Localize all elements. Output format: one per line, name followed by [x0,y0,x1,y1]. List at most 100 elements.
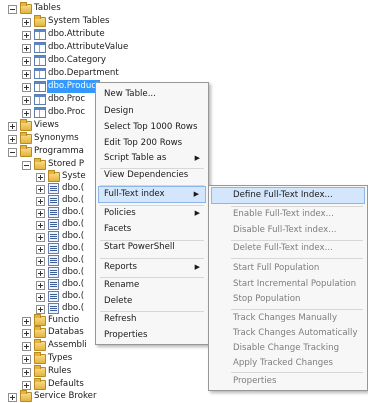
menu-item-label: Design [104,106,134,116]
menu-item-label: Refresh [104,314,137,324]
expand-icon[interactable] [36,184,45,194]
folder-icon [34,314,46,326]
expand-icon[interactable] [22,95,31,105]
expand-icon[interactable] [36,232,45,242]
folder-icon [20,145,32,157]
expand-icon[interactable] [36,292,45,302]
expand-icon[interactable] [22,30,31,40]
expand-icon[interactable] [36,304,45,314]
folder-icon [34,158,46,170]
expand-icon[interactable] [22,328,31,338]
submenu-item-apply-tracked[interactable]: Apply Tracked Changes [211,355,365,372]
expand-icon[interactable] [36,220,45,230]
folder-icon [34,378,46,390]
menu-item-select-top[interactable]: Select Top 1000 Rows [98,119,206,136]
menu-item-label: Properties [104,330,148,340]
menu-item-script-table-as[interactable]: Script Table as ▶ [98,150,206,167]
submenu-item-disable[interactable]: Disable Full-Text index... [211,222,365,239]
expand-icon[interactable] [36,244,45,254]
submenu-arrow-icon: ▶ [194,154,200,162]
folder-icon [20,2,32,14]
expand-icon[interactable] [36,268,45,278]
submenu-item-start-full[interactable]: Start Full Population [211,260,365,277]
menu-item-label: Disable Full-Text index... [233,225,337,235]
folder-icon [34,339,46,351]
menu-item-label: New Table... [104,89,156,99]
expand-icon[interactable] [8,134,17,144]
stored-procedure-icon [48,291,59,302]
menu-item-label: Full-Text index [104,189,165,199]
menu-item-label: Facets [104,224,132,234]
menu-item-delete[interactable]: Delete [98,293,206,310]
expand-icon[interactable] [36,172,45,182]
folder-icon [48,170,60,182]
expand-icon[interactable] [22,380,31,390]
submenu-item-enable[interactable]: Enable Full-Text index... [211,206,365,223]
table-icon [34,107,46,118]
expand-icon[interactable] [22,354,31,364]
expand-icon[interactable] [22,56,31,66]
submenu-item-properties[interactable]: Properties [211,373,365,390]
submenu-arrow-icon: ▶ [194,209,200,217]
collapse-icon[interactable] [8,4,17,14]
submenu-item-define[interactable]: Define Full-Text Index... [211,187,365,204]
folder-icon [34,352,46,364]
table-icon [34,42,46,53]
menu-item-design[interactable]: Design [98,103,206,120]
expand-icon[interactable] [22,341,31,351]
table-icon [34,68,46,79]
submenu-item-stop[interactable]: Stop Population [211,291,365,308]
expand-icon[interactable] [22,43,31,53]
menu-item-label: Reports [104,262,137,272]
menu-item-refresh[interactable]: Refresh [98,311,206,328]
folder-icon [20,119,32,131]
stored-procedure-icon [48,195,59,206]
expand-icon[interactable] [22,82,31,92]
menu-item-label: Define Full-Text Index... [233,190,333,200]
expand-icon[interactable] [22,69,31,79]
menu-item-properties[interactable]: Properties [98,327,206,344]
expand-icon[interactable] [36,196,45,206]
collapse-icon[interactable] [8,147,17,157]
menu-item-label: Enable Full-Text index... [233,209,334,219]
folder-icon [20,132,32,144]
menu-item-new-table[interactable]: New Table... [98,86,206,103]
menu-item-view-dependencies[interactable]: View Dependencies [98,167,206,184]
menu-item-label: Disable Change Tracking [233,343,340,353]
submenu-item-delete[interactable]: Delete Full-Text index... [211,240,365,257]
expand-icon[interactable] [22,17,31,27]
menu-item-label: Start Incremental Population [233,279,357,289]
menu-item-label: Stop Population [233,294,301,304]
menu-item-start-powershell[interactable]: Start PowerShell [98,239,206,256]
folder-icon [34,326,46,338]
expand-icon[interactable] [8,392,17,402]
table-icon [34,29,46,40]
menu-item-label: Delete [104,296,133,306]
expand-icon[interactable] [22,316,31,326]
menu-item-reports[interactable]: Reports ▶ [98,259,206,276]
menu-item-label: Rename [104,280,140,290]
stored-procedure-icon [48,243,59,254]
menu-item-label: Delete Full-Text index... [233,243,333,253]
expand-icon[interactable] [22,367,31,377]
stored-procedure-icon [48,207,59,218]
folder-icon [34,365,46,377]
table-icon [34,81,46,92]
menu-item-label: Script Table as [104,153,167,163]
stored-procedure-icon [48,231,59,242]
collapse-icon[interactable] [22,160,31,170]
submenu-arrow-icon: ▶ [194,263,200,271]
menu-item-label: Policies [104,208,136,218]
expand-icon[interactable] [36,208,45,218]
expand-icon[interactable] [22,108,31,118]
menu-separator [231,258,363,259]
expand-icon[interactable] [8,121,17,131]
menu-item-facets[interactable]: Facets [98,221,206,238]
expand-icon[interactable] [36,280,45,290]
expand-icon[interactable] [36,256,45,266]
menu-item-rename[interactable]: Rename [98,277,206,294]
menu-item-policies[interactable]: Policies ▶ [98,205,206,222]
menu-item-full-text-index[interactable]: Full-Text index ▶ [98,186,206,203]
table-icon [34,55,46,66]
menu-item-label: View Dependencies [104,170,189,180]
